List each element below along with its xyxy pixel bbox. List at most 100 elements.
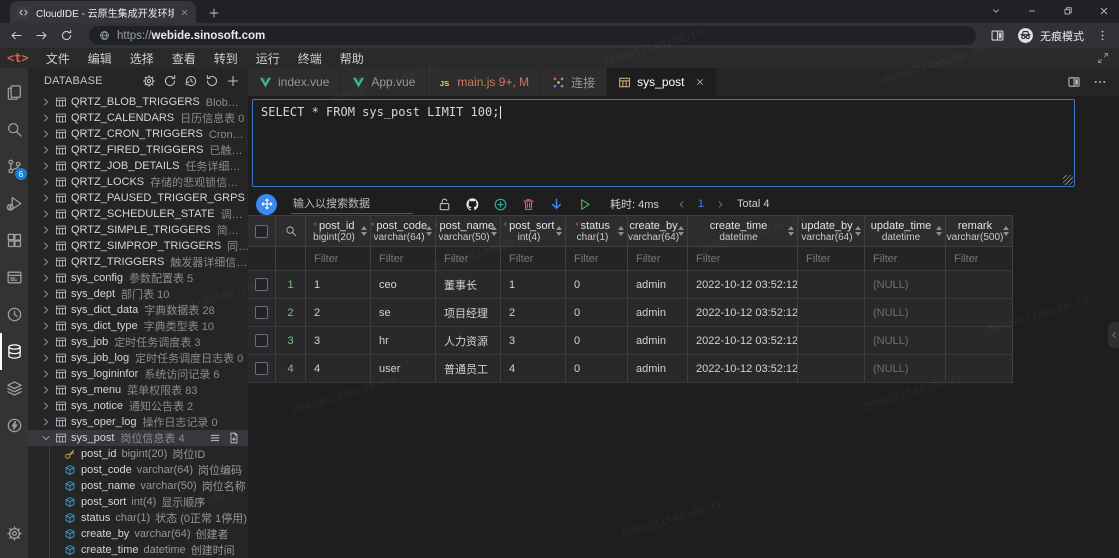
tab-index.vue[interactable]: index.vue bbox=[248, 68, 341, 96]
table-item-QRTZ_JOB_DETAILS[interactable]: QRTZ_JOB_DETAILS任务详细信息... bbox=[28, 158, 248, 174]
column-item-post_id[interactable]: post_idbigint(20)岗位ID bbox=[28, 446, 248, 462]
next-page-icon[interactable] bbox=[716, 200, 725, 209]
tab-连接[interactable]: 连接 bbox=[541, 68, 607, 96]
split-editor-icon[interactable] bbox=[1067, 75, 1081, 89]
cell-status[interactable]: 0 bbox=[566, 327, 628, 354]
activity-bar-item-search[interactable] bbox=[0, 111, 28, 148]
new-file-icon[interactable] bbox=[228, 432, 240, 444]
cell-status[interactable]: 0 bbox=[566, 355, 628, 382]
db-add-connection-icon[interactable] bbox=[226, 74, 240, 88]
cell-post_code[interactable]: se bbox=[371, 299, 436, 326]
table-item-QRTZ_FIRED_TRIGGERS[interactable]: QRTZ_FIRED_TRIGGERS已触发的触... bbox=[28, 142, 248, 158]
filter-input-post_sort[interactable]: Filter bbox=[501, 247, 566, 270]
activity-bar-item-layers[interactable] bbox=[0, 370, 28, 407]
column-header-post_sort[interactable]: *post_sortint(4) bbox=[501, 216, 566, 246]
sort-icon[interactable] bbox=[426, 226, 432, 236]
select-all-checkbox[interactable] bbox=[255, 225, 268, 238]
cell-create_time[interactable]: 2022-10-12 03:52:12 bbox=[688, 355, 798, 382]
db-settings-icon[interactable] bbox=[142, 74, 156, 88]
cell-post_name[interactable]: 董事长 bbox=[436, 271, 501, 298]
db-refresh-icon[interactable] bbox=[205, 74, 219, 88]
cell-post_code[interactable]: hr bbox=[371, 327, 436, 354]
sort-icon[interactable] bbox=[1003, 226, 1009, 236]
browser-menu-icon[interactable] bbox=[1096, 29, 1109, 42]
activity-bar-item-settings[interactable] bbox=[0, 515, 28, 552]
row-checkbox[interactable] bbox=[255, 278, 268, 291]
db-history-icon[interactable] bbox=[184, 74, 198, 88]
table-item-QRTZ_PAUSED_TRIGGER_GRPS[interactable]: QRTZ_PAUSED_TRIGGER_GRPS暂... bbox=[28, 190, 248, 206]
tab-close-icon[interactable] bbox=[180, 8, 189, 17]
table-item-sys_post[interactable]: sys_post岗位信息表 4 bbox=[28, 430, 248, 446]
table-item-QRTZ_LOCKS[interactable]: QRTZ_LOCKS存储的悲观锁信息表 2 bbox=[28, 174, 248, 190]
grid-search-icon[interactable] bbox=[285, 225, 297, 237]
tab-App.vue[interactable]: App.vue bbox=[341, 68, 427, 96]
cell-create_by[interactable]: admin bbox=[628, 271, 688, 298]
menu-item-3[interactable]: 查看 bbox=[163, 50, 205, 67]
table-item-sys_menu[interactable]: sys_menu菜单权限表 83 bbox=[28, 382, 248, 398]
cell-post_name[interactable]: 人力资源 bbox=[436, 327, 501, 354]
panel-collapse-handle[interactable] bbox=[1108, 322, 1119, 348]
filter-input-post_name[interactable]: Filter bbox=[436, 247, 501, 270]
menu-item-7[interactable]: 帮助 bbox=[331, 50, 373, 67]
cell-update_time[interactable]: (NULL) bbox=[865, 299, 946, 326]
cell-update_time[interactable]: (NULL) bbox=[865, 327, 946, 354]
cell-update_time[interactable]: (NULL) bbox=[865, 355, 946, 382]
window-restore-icon[interactable] bbox=[1063, 6, 1073, 16]
cell-post_id[interactable]: 3 bbox=[306, 327, 371, 354]
cell-create_by[interactable]: admin bbox=[628, 299, 688, 326]
row-checkbox[interactable] bbox=[255, 334, 268, 347]
column-header-create_time[interactable]: create_timedatetime bbox=[688, 216, 798, 246]
cell-post_id[interactable]: 1 bbox=[306, 271, 371, 298]
tab-main.js[interactable]: JSmain.js 9+, M bbox=[427, 68, 541, 96]
sort-icon[interactable] bbox=[556, 226, 562, 236]
activity-bar-item-run-debug[interactable] bbox=[0, 185, 28, 222]
address-bar[interactable]: https://webide.sinosoft.com bbox=[89, 26, 976, 45]
table-item-sys_dept[interactable]: sys_dept部门表 10 bbox=[28, 286, 248, 302]
filter-input-post_code[interactable]: Filter bbox=[371, 247, 436, 270]
menu-item-1[interactable]: 编辑 bbox=[79, 50, 121, 67]
menu-item-5[interactable]: 运行 bbox=[247, 50, 289, 67]
split-screen-icon[interactable] bbox=[990, 28, 1005, 43]
search-input[interactable] bbox=[291, 194, 413, 214]
menu-item-2[interactable]: 选择 bbox=[121, 50, 163, 67]
cell-post_sort[interactable]: 3 bbox=[501, 327, 566, 354]
sort-icon[interactable] bbox=[491, 226, 497, 236]
column-header-update_by[interactable]: update_byvarchar(64) bbox=[798, 216, 865, 246]
cell-create_time[interactable]: 2022-10-12 03:52:12 bbox=[688, 299, 798, 326]
filter-input-post_id[interactable]: Filter bbox=[306, 247, 371, 270]
forward-icon[interactable] bbox=[35, 29, 48, 42]
table-item-sys_oper_log[interactable]: sys_oper_log操作日志记录 0 bbox=[28, 414, 248, 430]
cell-post_sort[interactable]: 2 bbox=[501, 299, 566, 326]
cell-create_time[interactable]: 2022-10-12 03:52:12 bbox=[688, 271, 798, 298]
cell-remark[interactable] bbox=[946, 355, 1013, 382]
sort-icon[interactable] bbox=[361, 226, 367, 236]
sort-icon[interactable] bbox=[855, 226, 861, 236]
table-item-sys_config[interactable]: sys_config参数配置表 5 bbox=[28, 270, 248, 286]
cell-create_time[interactable]: 2022-10-12 03:52:12 bbox=[688, 327, 798, 354]
cell-post_id[interactable]: 2 bbox=[306, 299, 371, 326]
cell-status[interactable]: 0 bbox=[566, 299, 628, 326]
window-menu-icon[interactable] bbox=[991, 6, 1001, 16]
filter-input-update_time[interactable]: Filter bbox=[865, 247, 946, 270]
window-minimize-icon[interactable] bbox=[1027, 6, 1037, 16]
tab-close-icon[interactable] bbox=[695, 77, 705, 87]
sql-editor[interactable]: SELECT * FROM sys_post LIMIT 100; bbox=[252, 99, 1075, 187]
table-item-QRTZ_SCHEDULER_STATE[interactable]: QRTZ_SCHEDULER_STATE调度器状... bbox=[28, 206, 248, 222]
table-item-sys_job[interactable]: sys_job定时任务调度表 3 bbox=[28, 334, 248, 350]
window-close-icon[interactable] bbox=[1099, 6, 1109, 16]
column-item-create_time[interactable]: create_timedatetime创建时间 bbox=[28, 542, 248, 558]
cell-post_code[interactable]: ceo bbox=[371, 271, 436, 298]
insert-row-icon[interactable] bbox=[493, 197, 508, 212]
cell-remark[interactable] bbox=[946, 327, 1013, 354]
menu-item-4[interactable]: 转到 bbox=[205, 50, 247, 67]
cell-post_name[interactable]: 项目经理 bbox=[436, 299, 501, 326]
table-item-QRTZ_SIMPROP_TRIGGERS[interactable]: QRTZ_SIMPROP_TRIGGERS同步机... bbox=[28, 238, 248, 254]
activity-bar-item-database[interactable] bbox=[0, 333, 28, 370]
column-header-update_time[interactable]: update_timedatetime bbox=[865, 216, 946, 246]
cell-create_by[interactable]: admin bbox=[628, 327, 688, 354]
sort-icon[interactable] bbox=[788, 226, 794, 236]
table-item-sys_dict_type[interactable]: sys_dict_type字典类型表 10 bbox=[28, 318, 248, 334]
more-actions-icon[interactable] bbox=[1093, 75, 1107, 89]
activity-bar-item-app-window[interactable] bbox=[0, 259, 28, 296]
column-item-post_name[interactable]: post_namevarchar(50)岗位名称 bbox=[28, 478, 248, 494]
